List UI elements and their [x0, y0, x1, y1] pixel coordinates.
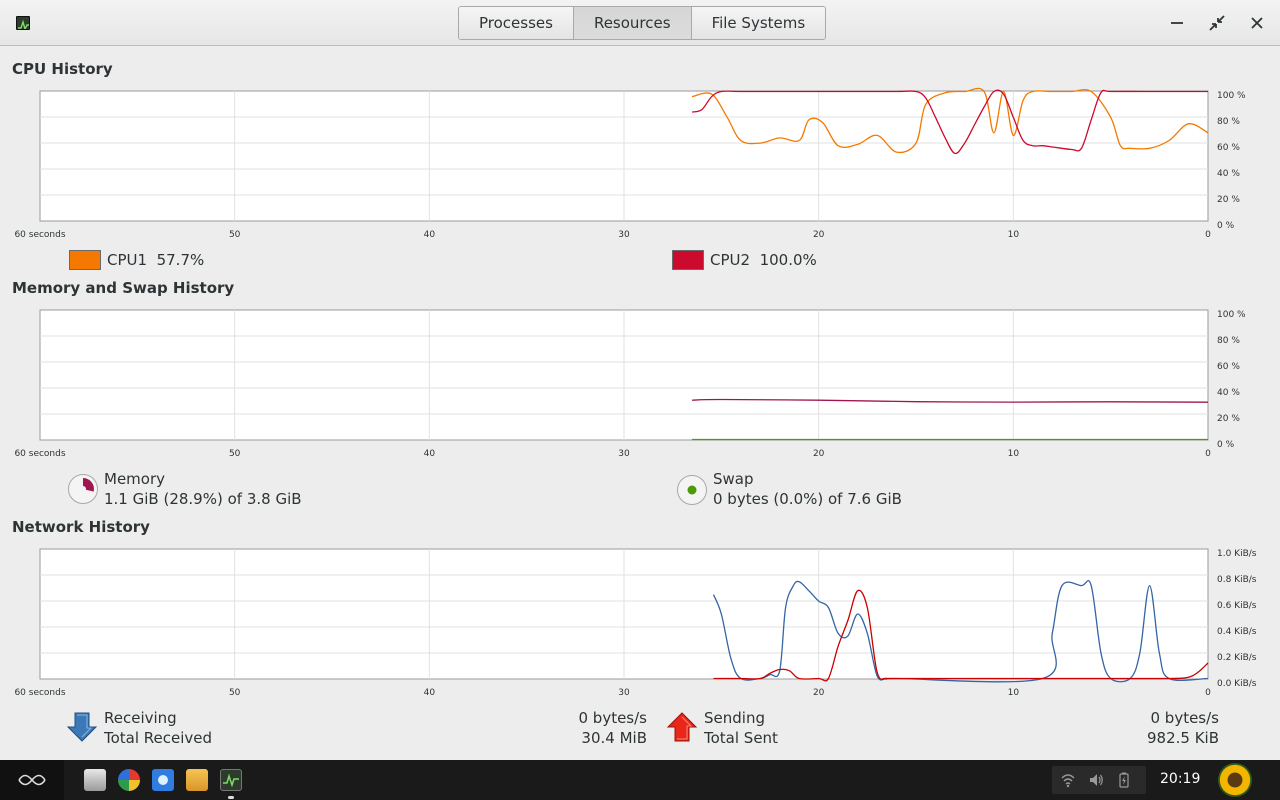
network-x-tick-label: 40	[424, 688, 436, 698]
cpu-y-tick-label: 80 %	[1217, 117, 1240, 127]
launcher-icon	[18, 774, 46, 786]
wifi-icon[interactable]	[1060, 772, 1076, 788]
system-tray	[1052, 766, 1146, 794]
memory-y-tick-label: 100 %	[1217, 310, 1246, 320]
cpu-x-tick-label: 30	[618, 230, 630, 240]
tab-processes[interactable]: Processes	[459, 7, 574, 39]
cpu-y-tick-label: 60 %	[1217, 143, 1240, 153]
memory-x-tick-label: 10	[1008, 449, 1020, 459]
close-button[interactable]	[1245, 11, 1269, 35]
cpu-x-tick-label: 20	[813, 230, 825, 240]
restore-button[interactable]	[1205, 11, 1229, 35]
cpu1-label: CPU1	[107, 251, 148, 269]
receiving-label: Receiving	[104, 709, 177, 727]
launcher-button[interactable]	[0, 760, 64, 800]
cpu-section-title: CPU History	[12, 60, 113, 78]
restore-icon	[1209, 15, 1225, 31]
cpu1-value: 57.7%	[156, 251, 205, 269]
minimize-icon	[1171, 22, 1183, 24]
total-received-value: 30.4 MiB	[581, 729, 647, 747]
total-sent-value: 982.5 KiB	[1146, 729, 1219, 747]
swap-label: Swap	[713, 470, 754, 488]
memory-x-tick-label: 0	[1205, 449, 1211, 459]
receiving-rate: 0 bytes/s	[578, 709, 647, 727]
network-y-tick-label: 0.0 KiB/s	[1217, 679, 1257, 689]
disk-utility-icon[interactable]	[84, 769, 106, 791]
sending-label: Sending	[704, 709, 765, 727]
mem-pie-hub	[80, 486, 86, 492]
cpu2-legend: CPU2 100.0%	[710, 251, 817, 269]
cpu-y-tick-label: 0 %	[1217, 221, 1235, 231]
memory-x-tick-label: 60 seconds	[14, 449, 65, 459]
tab-file-systems[interactable]: File Systems	[691, 7, 826, 39]
cpu-y-tick-label: 40 %	[1217, 169, 1240, 179]
receiving-arrow-icon[interactable]	[66, 711, 98, 743]
total-received-label: Total Received	[104, 729, 213, 747]
sending-rate: 0 bytes/s	[1150, 709, 1219, 727]
total-sent-label: Total Sent	[704, 729, 778, 747]
swap-detail: 0 bytes (0.0%) of 7.6 GiB	[713, 490, 902, 508]
network-history-graph: 60 seconds 50 40 30 20 10 0 1.0 KiB/s 0.8 KiB/s 0…	[14, 548, 1257, 698]
cpu-x-tick-label: 10	[1008, 230, 1020, 240]
network-x-tick-label: 10	[1008, 688, 1020, 698]
memory-y-tick-label: 80 %	[1217, 336, 1240, 346]
volume-icon[interactable]	[1088, 772, 1104, 788]
memory-label: Memory	[104, 470, 166, 488]
files-icon[interactable]	[186, 769, 208, 791]
memory-x-tick-label: 50	[229, 449, 241, 459]
battery-icon[interactable]	[1116, 772, 1132, 788]
network-y-tick-label: 1.0 KiB/s	[1217, 549, 1257, 559]
network-x-tick-label: 30	[618, 688, 630, 698]
cpu-x-tick-label: 0	[1205, 230, 1211, 240]
memory-x-tick-label: 30	[618, 449, 630, 459]
memory-detail: 1.1 GiB (28.9%) of 3.8 GiB	[104, 490, 302, 508]
browser-icon[interactable]	[152, 769, 174, 791]
network-x-tick-label: 60 seconds	[14, 688, 65, 698]
cpu-y-tick-label: 20 %	[1217, 195, 1240, 205]
view-switcher: Processes Resources File Systems	[458, 6, 827, 40]
network-y-tick-label: 0.4 KiB/s	[1217, 627, 1257, 637]
cpu1-color-swatch[interactable]	[69, 250, 101, 270]
memory-y-tick-label: 20 %	[1217, 414, 1240, 424]
software-center-icon[interactable]	[118, 769, 140, 791]
memory-pie-icon[interactable]	[67, 473, 99, 505]
swap-pie-icon[interactable]	[676, 474, 708, 506]
sending-arrow-icon[interactable]	[666, 711, 698, 743]
swap-pie-dot	[687, 485, 697, 495]
active-app-indicator	[228, 796, 234, 799]
taskbar: 20:19	[0, 760, 1280, 800]
network-section-title: Network History	[12, 518, 150, 536]
close-icon	[1251, 17, 1263, 29]
network-y-tick-label: 0.6 KiB/s	[1217, 601, 1257, 611]
network-y-tick-label: 0.8 KiB/s	[1217, 575, 1257, 585]
cpu-x-tick-label: 40	[424, 230, 436, 240]
system-monitor-icon[interactable]	[220, 769, 242, 791]
network-x-tick-label: 0	[1205, 688, 1211, 698]
header-bar: Processes Resources File Systems	[0, 0, 1280, 46]
memory-x-tick-label: 40	[424, 449, 436, 459]
network-y-tick-label: 0.2 KiB/s	[1217, 653, 1257, 663]
cpu-x-tick-label: 60 seconds	[14, 230, 65, 240]
network-x-tick-label: 50	[229, 688, 241, 698]
tab-resources[interactable]: Resources	[573, 7, 692, 39]
cpu1-legend: CPU1 57.7%	[107, 251, 204, 269]
cpu-y-tick-label: 100 %	[1217, 91, 1246, 101]
cpu2-value: 100.0%	[759, 251, 817, 269]
system-monitor-icon	[16, 16, 30, 30]
clock[interactable]: 20:19	[1160, 771, 1200, 787]
network-x-tick-label: 20	[813, 688, 825, 698]
memory-y-tick-label: 60 %	[1217, 362, 1240, 372]
cpu-history-graph: 60 seconds 50 40 30 20 10 0 100 % 80 % 60 % 40 % 20…	[14, 87, 1246, 240]
memory-y-tick-label: 40 %	[1217, 388, 1240, 398]
minimize-button[interactable]	[1165, 11, 1189, 35]
user-avatar[interactable]	[1218, 763, 1252, 797]
cpu2-color-swatch[interactable]	[672, 250, 704, 270]
cpu-x-tick-label: 50	[229, 230, 241, 240]
memory-section-title: Memory and Swap History	[12, 279, 235, 297]
memory-y-tick-label: 0 %	[1217, 440, 1235, 450]
memory-history-graph: 60 seconds 50 40 30 20 10 0 100 % 80 % 60 % 40 % 20…	[14, 309, 1246, 459]
memory-x-tick-label: 20	[813, 449, 825, 459]
cpu2-label: CPU2	[710, 251, 751, 269]
